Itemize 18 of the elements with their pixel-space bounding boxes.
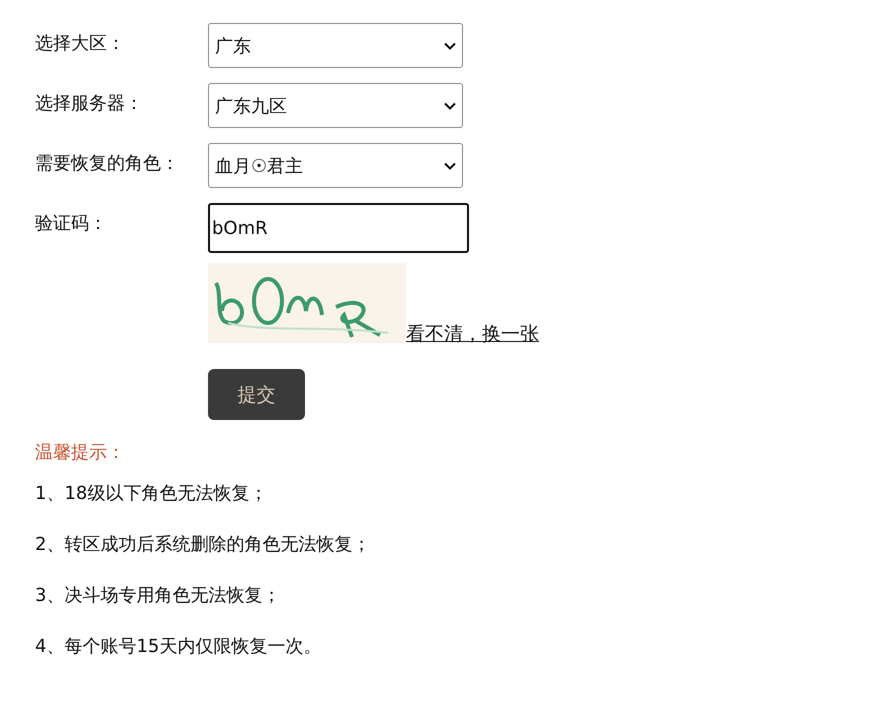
- tip-text: 4、每个账号15天内仅限恢复一次。: [35, 635, 322, 659]
- field-label: 选择服务器：: [35, 92, 144, 115]
- field-label: 验证码：: [35, 212, 108, 235]
- chevron-down-icon: [444, 42, 456, 50]
- tip-text: 3、决斗场专用角色无法恢复；: [35, 584, 282, 608]
- tip-text: 1、18级以下角色无法恢复；: [35, 482, 268, 506]
- tip-text: 2、转区成功后系统删除的角色无法恢复；: [35, 533, 372, 557]
- chevron-down-icon: [444, 102, 456, 110]
- tips-title: 温馨提示：: [35, 441, 126, 464]
- refresh-link[interactable]: 看不清，换一张: [406, 321, 539, 347]
- chevron-down-icon: [444, 162, 456, 170]
- input-field[interactable]: bOmR: [208, 203, 469, 253]
- field-label: 选择大区：: [35, 32, 126, 55]
- dropdown[interactable]: 血月☉君主: [208, 143, 463, 188]
- dropdown[interactable]: 广东九区: [208, 83, 463, 128]
- dropdown[interactable]: 广东: [208, 23, 463, 68]
- submit-button[interactable]: 提交: [208, 369, 305, 420]
- field-label: 需要恢复的角色：: [35, 152, 180, 175]
